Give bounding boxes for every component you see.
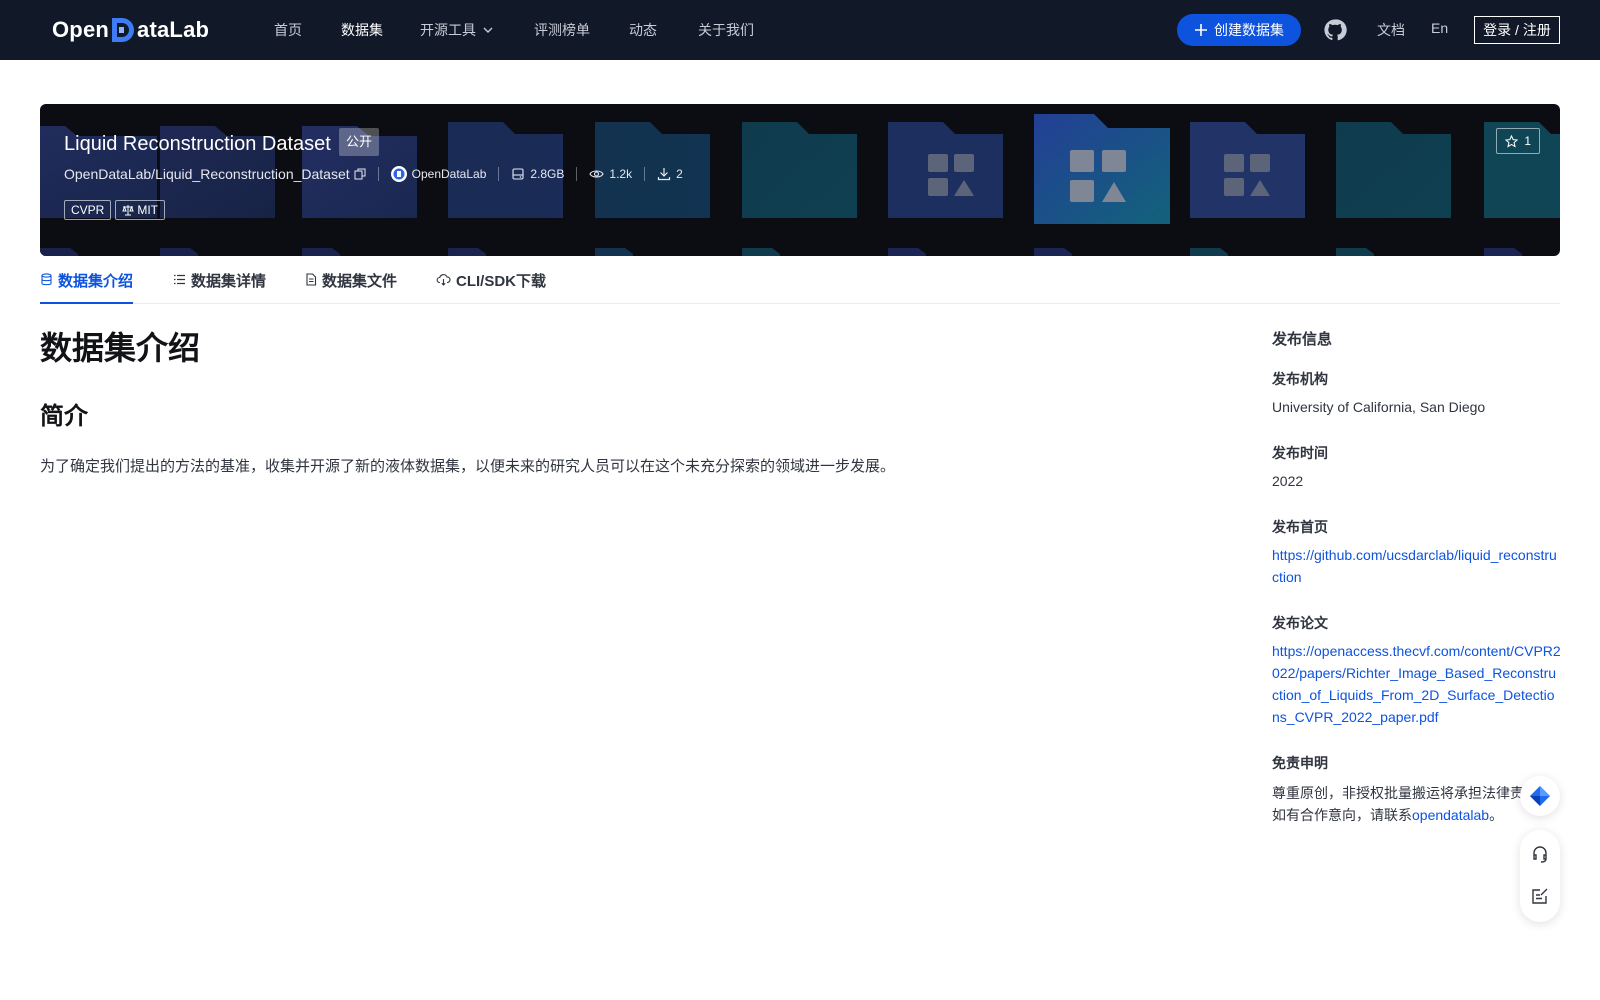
disclaimer-line-2-prefix: 如有合作意向，请联系 — [1272, 807, 1412, 823]
diamond-assistant-icon — [1530, 786, 1550, 806]
meta-separator — [576, 167, 578, 181]
publisher-org-label: 发布机构 — [1272, 371, 1328, 387]
opendatalab-logo[interactable]: Open ataLab — [52, 16, 209, 44]
tab-dataset-intro[interactable]: 数据集介绍 — [40, 270, 134, 304]
nav-item-home[interactable]: 首页 — [274, 20, 302, 40]
docs-link[interactable]: 文档 — [1377, 20, 1405, 40]
list-icon — [174, 274, 185, 285]
tag-conference-label: CVPR — [71, 203, 105, 217]
meta-separator — [498, 167, 500, 181]
cloud-download-icon — [436, 274, 451, 286]
contact-opendatalab-link[interactable]: opendatalab — [1412, 807, 1489, 823]
intro-paragraph: 为了确定我们提出的方法的基准，收集并开源了新的液体数据集，以便未来的研究人员可以… — [40, 458, 896, 475]
release-info-panel: 发布信息 发布机构 University of California, San … — [1272, 330, 1562, 823]
nav-item-datasets[interactable]: 数据集 — [341, 20, 383, 40]
dataset-path: OpenDataLab/Liquid_Reconstruction_Datase… — [64, 166, 350, 182]
assistant-floating-button[interactable] — [1520, 776, 1560, 816]
star-count: 1 — [1524, 134, 1531, 148]
tab-dataset-files[interactable]: 数据集文件 — [305, 270, 397, 304]
floating-tools — [1520, 830, 1560, 922]
nav-item-news[interactable]: 动态 — [629, 20, 657, 40]
tab-dataset-details-label: 数据集详情 — [191, 273, 267, 290]
language-switch[interactable]: En — [1431, 20, 1448, 36]
eye-icon — [589, 170, 605, 178]
section-heading-intro: 简介 — [40, 403, 88, 430]
release-time-value: 2022 — [1272, 473, 1304, 489]
paper-link[interactable]: https://openaccess.thecvf.com/content/CV… — [1272, 640, 1562, 728]
tag-license[interactable]: MIT — [115, 200, 166, 220]
create-dataset-button[interactable]: 创建数据集 — [1177, 14, 1301, 46]
meta-separator — [377, 167, 379, 181]
disclaimer-label: 免责申明 — [1272, 755, 1328, 771]
release-time-label: 发布时间 — [1272, 445, 1328, 461]
tag-conference[interactable]: CVPR — [64, 200, 112, 220]
tab-cli-sdk-download[interactable]: CLI/SDK下载 — [436, 270, 546, 304]
chevron-down-icon — [483, 27, 493, 33]
paper-label: 发布论文 — [1272, 615, 1328, 631]
view-count-value: 1.2k — [609, 167, 633, 181]
tab-dataset-details[interactable]: 数据集详情 — [173, 270, 266, 304]
dataset-meta-row: OpenDataLab/Liquid_Reconstruction_Datase… — [64, 166, 683, 182]
dataset-size: 2.8GB — [511, 167, 564, 181]
dataset-title: Liquid Reconstruction Dataset — [64, 133, 331, 155]
view-count: 1.2k — [589, 167, 632, 181]
release-info-title: 发布信息 — [1272, 331, 1333, 348]
scale-icon — [122, 205, 135, 216]
nav-item-leaderboard[interactable]: 评测榜单 — [534, 20, 590, 40]
tab-cli-sdk-download-label: CLI/SDK下载 — [456, 273, 547, 290]
disclaimer-line-1: 尊重原创，非授权批量搬运将承担法律责 — [1272, 785, 1522, 801]
download-count-value: 2 — [676, 167, 683, 181]
tab-dataset-files-label: 数据集文件 — [322, 273, 398, 290]
dataset-size-value: 2.8GB — [530, 167, 565, 181]
star-button[interactable]: 1 — [1496, 128, 1540, 154]
logo-text-right: ataLab — [137, 17, 210, 42]
login-register-button[interactable]: 登录 / 注册 — [1474, 16, 1560, 44]
page-title: 数据集介绍 — [40, 330, 201, 366]
headset-icon[interactable] — [1530, 844, 1550, 864]
publisher[interactable]: OpenDataLab — [390, 166, 487, 182]
plus-icon — [1195, 24, 1207, 36]
disclaimer-line-2-suffix: 。 — [1489, 807, 1504, 823]
file-icon — [306, 273, 317, 286]
database-icon — [41, 273, 52, 286]
github-icon[interactable] — [1323, 18, 1347, 42]
disclaimer-line-2: 如有合作意向，请联系opendatalab。 — [1272, 804, 1562, 826]
tag-license-label: MIT — [137, 203, 159, 217]
tab-dataset-intro-label: 数据集介绍 — [58, 273, 134, 290]
logo-d-mark-icon — [110, 16, 136, 44]
dataset-banner: Liquid Reconstruction Dataset 公开 OpenDat… — [40, 104, 1560, 256]
download-icon — [657, 168, 671, 181]
create-dataset-label: 创建数据集 — [1214, 22, 1284, 38]
nav-item-about[interactable]: 关于我们 — [698, 20, 754, 40]
publisher-name: OpenDataLab — [411, 167, 487, 181]
homepage-link[interactable]: https://github.com/ucsdarclab/liquid_rec… — [1272, 544, 1562, 588]
homepage-label: 发布首页 — [1272, 519, 1328, 535]
dataset-tags: CVPR MIT — [64, 200, 166, 220]
storage-icon — [512, 168, 524, 180]
visibility-badge: 公开 — [339, 128, 380, 156]
dataset-tabs: 数据集介绍 数据集详情 数据集文件 CLI/SDK下载 — [40, 262, 1560, 304]
publisher-avatar-icon — [390, 166, 407, 182]
star-icon — [1505, 134, 1519, 148]
publisher-org-value: University of California, San Diego — [1272, 399, 1486, 415]
nav-item-open-source-tools[interactable]: 开源工具 — [420, 20, 494, 40]
logo-text-left: Open — [52, 17, 110, 42]
meta-separator — [644, 167, 646, 181]
copy-icon[interactable] — [354, 168, 366, 180]
download-count: 2 — [657, 167, 683, 181]
top-navbar: Open ataLab 首页 数据集 开源工具 评测榜单 动态 关于我们 创建数… — [0, 0, 1600, 60]
nav-item-open-source-tools-label: 开源工具 — [420, 22, 476, 38]
feedback-edit-icon[interactable] — [1530, 886, 1550, 906]
